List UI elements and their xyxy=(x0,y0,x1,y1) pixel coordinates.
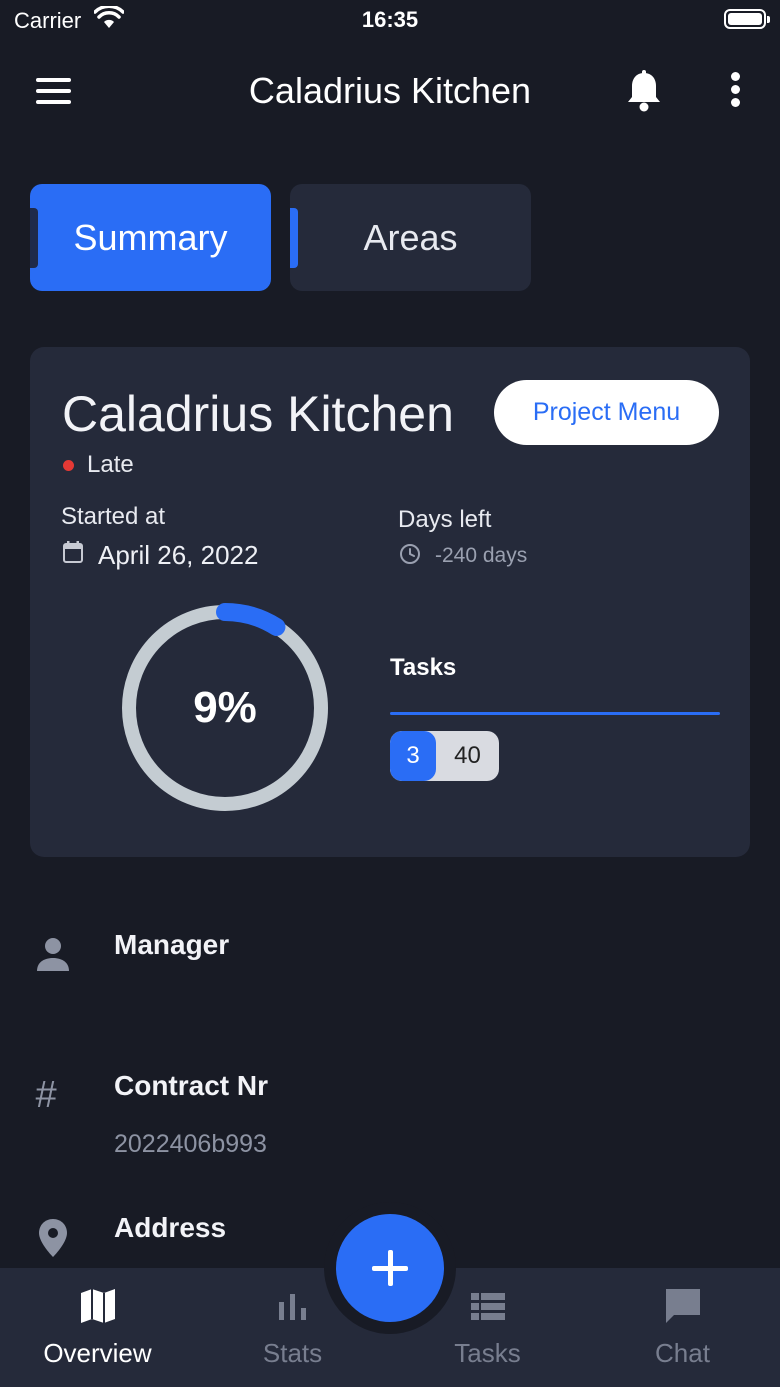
hash-icon: # xyxy=(35,1074,57,1116)
tab-indicator xyxy=(30,208,38,268)
address-label: Address xyxy=(114,1212,227,1243)
tasks-done-count: 3 xyxy=(390,731,436,781)
status-badge: Late xyxy=(87,451,134,478)
nav-overview-label: Overview xyxy=(43,1338,152,1368)
manager-label: Manager xyxy=(114,929,230,960)
clock-time: 16:35 xyxy=(361,7,419,32)
more-options-icon[interactable] xyxy=(720,72,750,112)
status-dot xyxy=(63,460,74,471)
project-summary-card: Caladrius Kitchen Project Menu Late Star… xyxy=(30,347,750,857)
progress-percent: 9% xyxy=(193,683,257,732)
hamburger-menu-icon[interactable] xyxy=(36,78,71,104)
calendar-icon xyxy=(63,541,83,563)
bar-chart-icon xyxy=(278,1294,306,1320)
tab-summary[interactable]: Summary xyxy=(30,184,271,291)
tab-areas[interactable]: Areas xyxy=(290,184,531,291)
tab-indicator xyxy=(290,208,298,268)
list-icon xyxy=(470,1293,505,1320)
tasks-label: Tasks xyxy=(390,654,457,681)
tasks-count-badge: 3 40 xyxy=(390,731,499,781)
tasks-total-count: 40 xyxy=(454,742,481,769)
notification-bell-icon[interactable] xyxy=(624,70,664,112)
chat-icon xyxy=(665,1289,700,1323)
started-at-label: Started at xyxy=(61,503,166,530)
tab-summary-label: Summary xyxy=(73,216,228,258)
map-icon xyxy=(80,1289,115,1323)
add-button[interactable] xyxy=(336,1214,444,1322)
nav-tasks-label: Tasks xyxy=(454,1338,521,1368)
project-title: Caladrius Kitchen xyxy=(62,386,454,442)
nav-overview[interactable]: Overview xyxy=(0,1268,195,1387)
days-left-value: -240 days xyxy=(435,544,528,567)
contract-value: 2022406b993 xyxy=(114,1130,267,1158)
nav-chat[interactable]: Chat xyxy=(585,1268,780,1387)
project-menu-button[interactable]: Project Menu xyxy=(494,380,719,445)
nav-stats-label: Stats xyxy=(262,1338,323,1368)
tab-areas-label: Areas xyxy=(363,216,458,258)
status-bar: Carrier 16:35 xyxy=(0,0,780,40)
contract-label: Contract Nr xyxy=(114,1070,269,1101)
started-date: April 26, 2022 xyxy=(98,540,259,570)
clock-icon xyxy=(400,544,420,564)
battery-icon xyxy=(724,9,770,29)
person-icon xyxy=(37,938,69,971)
nav-chat-label: Chat xyxy=(655,1338,710,1368)
location-pin-icon xyxy=(39,1219,67,1257)
days-left-label: Days left xyxy=(398,506,492,533)
app-header: Caladrius Kitchen xyxy=(0,50,780,134)
tasks-divider xyxy=(390,712,720,715)
tab-bar: Summary Areas xyxy=(30,184,750,291)
